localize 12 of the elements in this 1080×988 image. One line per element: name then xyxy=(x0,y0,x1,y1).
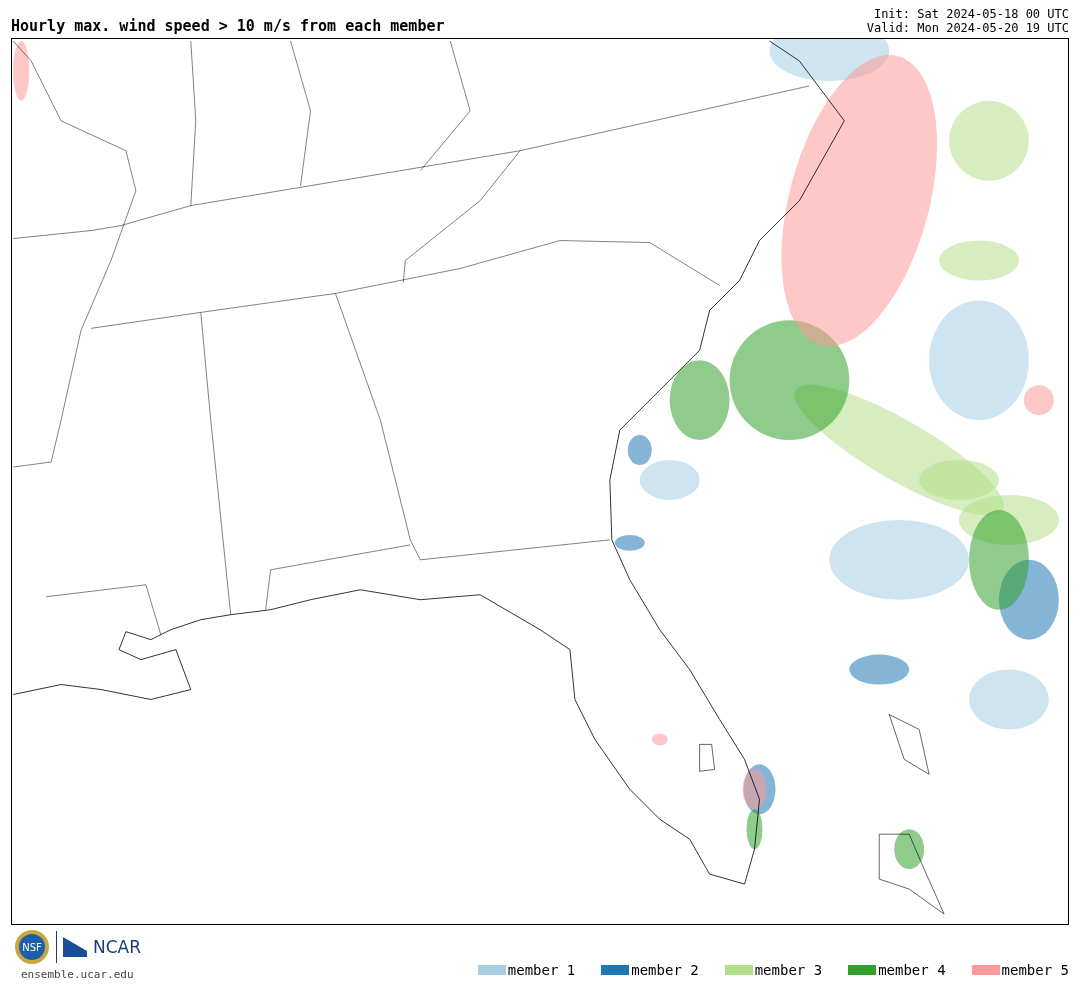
init-time: Init: Sat 2024-05-18 00 UTC xyxy=(873,7,1069,21)
legend-label: member 2 xyxy=(631,962,699,978)
site-url: ensemble.ucar.edu xyxy=(21,968,134,981)
legend-label: member 1 xyxy=(507,962,576,978)
legend-label: member 4 xyxy=(878,962,946,978)
legend-label: member 3 xyxy=(754,962,823,978)
nsf-logo: NSF xyxy=(14,929,50,965)
legend-label: member 5 xyxy=(1001,962,1069,978)
ncar-emblem-icon xyxy=(63,937,87,957)
valid-time: Valid: Mon 2024-05-20 19 UTC xyxy=(866,21,1069,35)
ncar-logo-text: NCAR xyxy=(93,937,142,957)
chart-title: Hourly max. wind speed > 10 m/s from each member xyxy=(11,17,445,35)
